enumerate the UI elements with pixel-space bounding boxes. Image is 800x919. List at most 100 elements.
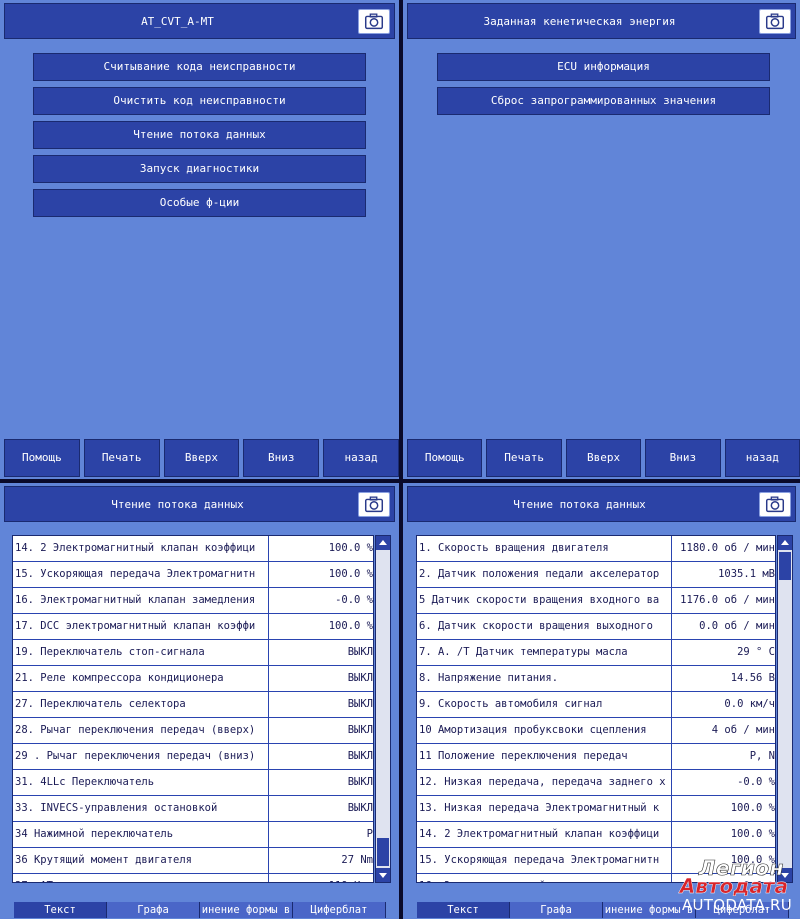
- table-row[interactable]: 15. Ускоряющая передача Электромагнитн 10…: [13, 562, 373, 588]
- camera-icon[interactable]: [759, 9, 791, 34]
- data-stream-list: 14. 2 Электромагнитный клапан коэффици 10…: [12, 535, 374, 883]
- param-name: 5 Датчик скорости вращения входного ва: [417, 588, 672, 613]
- data-stream-panel-lower: Чтение потока данных 14. 2 Электромагнит…: [0, 483, 399, 919]
- back-button[interactable]: назад: [724, 439, 800, 477]
- panel-title: Заданная кенетическая энергия: [483, 14, 676, 28]
- param-name: 21. Реле компрессора кондиционера: [13, 666, 269, 691]
- param-value: ВЫКЛ: [347, 776, 373, 788]
- print-button[interactable]: Печать: [83, 439, 160, 477]
- table-row[interactable]: 17. DCC электромагнитный клапан коэффи 10…: [13, 614, 373, 640]
- data-stream-list: 1. Скорость вращения двигателя 1180.0 об …: [416, 535, 776, 883]
- tab-graph[interactable]: Графа: [107, 902, 200, 918]
- camera-icon[interactable]: [759, 492, 791, 517]
- table-row[interactable]: 7. A. /T Датчик температуры масла 29 ° C: [417, 640, 775, 666]
- param-name: 13. Низкая передача Электромагнитный к: [417, 796, 672, 821]
- read-data-stream-button[interactable]: Чтение потока данных: [33, 121, 366, 149]
- param-name: 15. Ускоряющая передача Электромагнитн: [417, 848, 672, 873]
- scroll-up-arrow-icon[interactable]: [376, 536, 390, 550]
- up-button[interactable]: Вверх: [565, 439, 642, 477]
- table-row[interactable]: 1. Скорость вращения двигателя 1180.0 об …: [417, 536, 775, 562]
- param-value: -0.0 %: [737, 776, 775, 788]
- table-row[interactable]: 19. Переключатель стоп-сигнала ВЫКЛ: [13, 640, 373, 666]
- table-row[interactable]: 2. Датчик положения педали акселератор 10…: [417, 562, 775, 588]
- table-row[interactable]: 14. 2 Электромагнитный клапан коэффици 10…: [13, 536, 373, 562]
- table-row[interactable]: 9. Скорость автомобиля сигнал 0.0 км/ч: [417, 692, 775, 718]
- tab-text[interactable]: Текст: [14, 902, 107, 918]
- param-value: P: [366, 828, 373, 840]
- special-functions-button[interactable]: Особые ф-ции: [33, 189, 366, 217]
- table-row[interactable]: 12. Низкая передача, передача заднего х -…: [417, 770, 775, 796]
- table-row[interactable]: 11 Положение переключения передач P, N: [417, 744, 775, 770]
- list-scrollbar[interactable]: [375, 535, 391, 883]
- param-value: P, N: [749, 750, 775, 762]
- scroll-down-arrow-icon[interactable]: [376, 868, 390, 882]
- up-button[interactable]: Вверх: [163, 439, 240, 477]
- bottom-toolbar: Помощь Печать Вверх Вниз назад: [407, 439, 800, 477]
- table-row[interactable]: 36 Крутящий момент двигателя 27 Nm: [13, 848, 373, 874]
- special-functions-panel: Заданная кенетическая энергия ECU информ…: [403, 0, 800, 479]
- table-row[interactable]: 14. 2 Электромагнитный клапан коэффици 10…: [417, 822, 775, 848]
- table-row[interactable]: 29 . Рычаг переключения передач (вниз) ВЫ…: [13, 744, 373, 770]
- bottom-toolbar: Помощь Печать Вверх Вниз назад: [4, 439, 399, 477]
- reset-programmed-values-button[interactable]: Сброс запрограммированных значения: [437, 87, 770, 115]
- function-menu: ECU информация Сброс запрограммированных…: [437, 53, 770, 121]
- table-row[interactable]: 8. Напряжение питания. 14.56 В: [417, 666, 775, 692]
- ecu-info-button[interactable]: ECU информация: [437, 53, 770, 81]
- panel-title: Чтение потока данных: [111, 497, 244, 511]
- down-button[interactable]: Вниз: [243, 439, 320, 477]
- param-value: -0.0 %: [335, 594, 373, 606]
- camera-icon[interactable]: [358, 9, 390, 34]
- scrollbar-thumb[interactable]: [377, 838, 389, 866]
- tab-dial[interactable]: Циферблат: [293, 902, 386, 918]
- table-row[interactable]: 34 Нажимной переключатель P: [13, 822, 373, 848]
- panel-title: Чтение потока данных: [513, 497, 646, 511]
- table-row[interactable]: 37. AT реле управления119 Кра: [13, 874, 373, 882]
- table-row[interactable]: 33. INVECS-управления остановкой ВЫКЛ: [13, 796, 373, 822]
- help-button[interactable]: Помощь: [407, 439, 483, 477]
- param-name: 28. Рычаг переключения передач (вверх): [13, 718, 269, 743]
- title-bar: Заданная кенетическая энергия: [407, 3, 796, 39]
- param-name: 7. A. /T Датчик температуры масла: [417, 640, 672, 665]
- tab-graph[interactable]: Графа: [510, 902, 603, 918]
- param-name: 15. Ускоряющая передача Электромагнитн: [13, 562, 269, 587]
- data-stream-panel-upper: Чтение потока данных 1. Скорость вращени…: [403, 483, 800, 919]
- table-row[interactable]: 21. Реле компрессора кондиционера ВЫКЛ: [13, 666, 373, 692]
- table-row[interactable]: 31. 4LLc Переключатель ВЫКЛ: [13, 770, 373, 796]
- param-name: 36 Крутящий момент двигателя: [13, 848, 269, 873]
- down-button[interactable]: Вниз: [645, 439, 721, 477]
- param-name: 11 Положение переключения передач: [417, 744, 672, 769]
- param-value: 4 об / мин: [711, 724, 775, 736]
- clear-fault-codes-button[interactable]: Очистить код неисправности: [33, 87, 366, 115]
- read-fault-codes-button[interactable]: Считывание кода неисправности: [33, 53, 366, 81]
- param-name: 2. Датчик положения педали акселератор: [417, 562, 672, 587]
- param-name: 8. Напряжение питания.: [417, 666, 672, 691]
- watermark-line2: Автодата: [679, 874, 789, 898]
- table-row[interactable]: 5 Датчик скорости вращения входного ва 11…: [417, 588, 775, 614]
- help-button[interactable]: Помощь: [4, 439, 80, 477]
- table-row[interactable]: 6. Датчик скорости вращения выходного 0.0…: [417, 614, 775, 640]
- param-value: 1035.1 мВ: [718, 568, 775, 580]
- back-button[interactable]: назад: [323, 439, 399, 477]
- param-value: 0.0 об / мин: [699, 620, 775, 632]
- param-value: 1180.0 об / мин: [680, 542, 775, 554]
- title-bar: AT_CVT_A-MT: [4, 3, 395, 39]
- param-value: ВЫКЛ: [347, 672, 373, 684]
- tab-text[interactable]: Текст: [417, 902, 510, 918]
- function-menu: Считывание кода неисправности Очистить к…: [33, 53, 366, 223]
- table-row[interactable]: 16. Электромагнитный клапан замедления -0…: [13, 588, 373, 614]
- table-row[interactable]: 27. Переключатель селектора ВЫКЛ: [13, 692, 373, 718]
- table-row[interactable]: 13. Низкая передача Электромагнитный к 10…: [417, 796, 775, 822]
- scrollbar-thumb[interactable]: [779, 552, 791, 580]
- param-value: 100.0 %: [328, 620, 373, 632]
- list-scrollbar[interactable]: [777, 535, 793, 883]
- camera-icon[interactable]: [358, 492, 390, 517]
- scroll-up-arrow-icon[interactable]: [778, 536, 792, 550]
- print-button[interactable]: Печать: [486, 439, 562, 477]
- table-row[interactable]: 28. Рычаг переключения передач (вверх) ВЫ…: [13, 718, 373, 744]
- param-value: ВЫКЛ: [347, 646, 373, 658]
- param-value: 100.0 %: [730, 828, 775, 840]
- param-value: 100.0 %: [328, 542, 373, 554]
- table-row[interactable]: 10 Амортизация пробуксвоки сцепления 4 об…: [417, 718, 775, 744]
- tab-waveform[interactable]: инение формы в: [200, 902, 293, 918]
- run-diagnostics-button[interactable]: Запуск диагностики: [33, 155, 366, 183]
